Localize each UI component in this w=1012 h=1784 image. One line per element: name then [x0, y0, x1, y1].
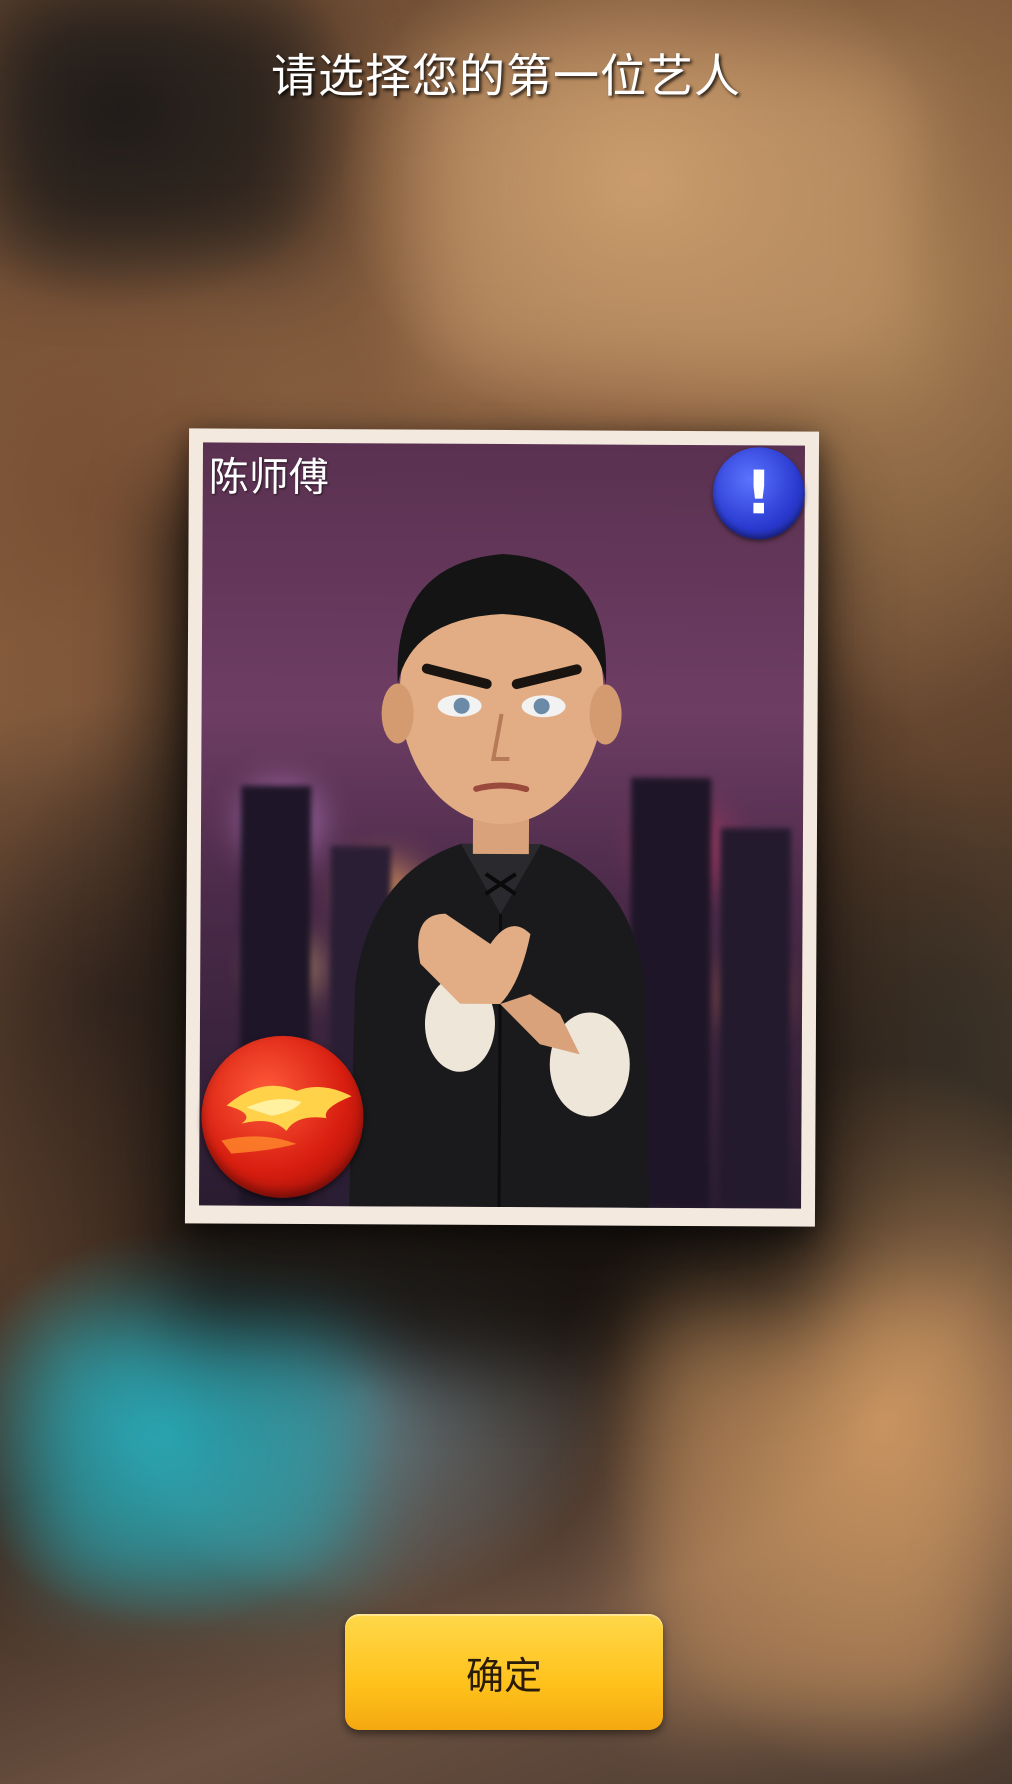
artist-name: 陈师傅 — [208, 454, 329, 502]
red-star-orb-icon — [201, 1035, 364, 1199]
info-button[interactable]: ! — [712, 447, 805, 540]
artist-card[interactable]: 陈师傅 ! — [184, 428, 820, 1227]
confirm-button[interactable]: 确定 — [345, 1614, 663, 1730]
exclamation-icon: ! — [744, 458, 773, 529]
badge-flame-shape — [221, 1085, 352, 1154]
page-title: 请选择您的第一位艺人 — [271, 49, 741, 103]
